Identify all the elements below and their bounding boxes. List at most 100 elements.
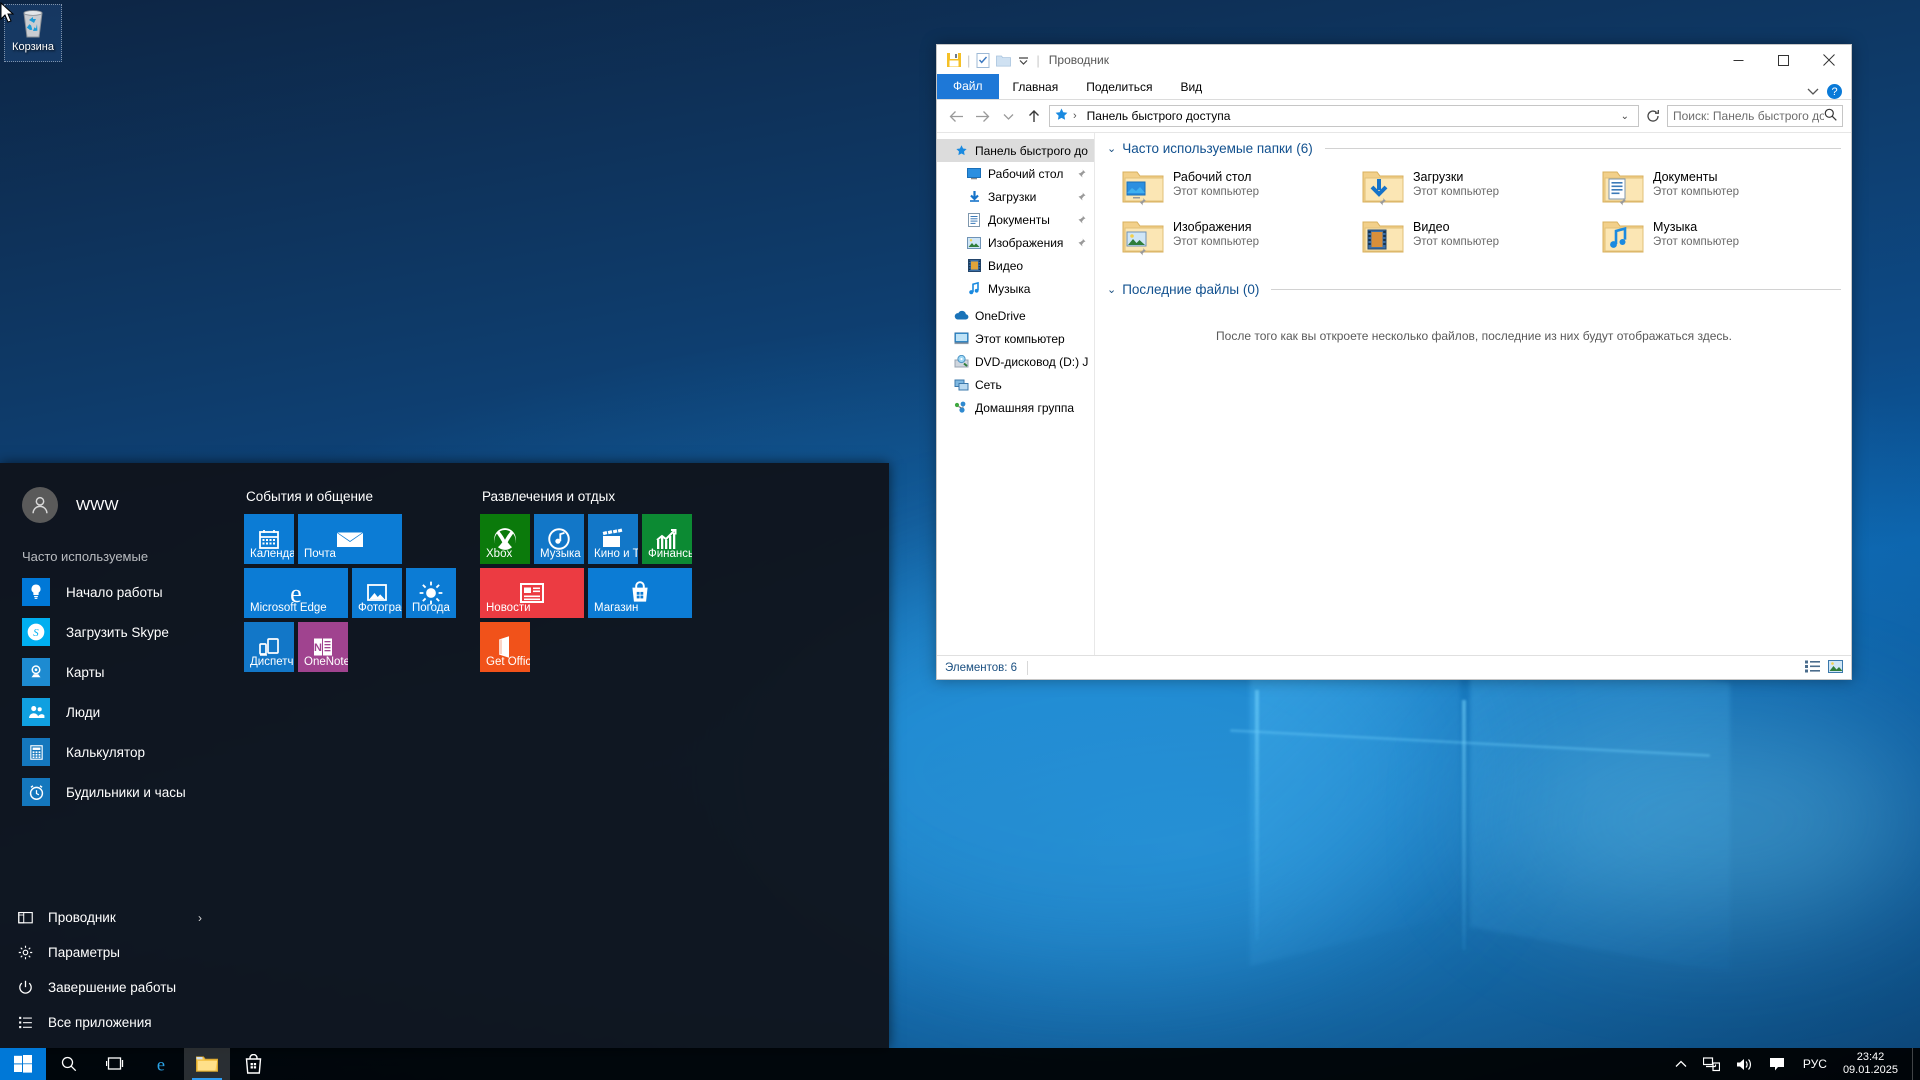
tab-share[interactable]: Поделиться: [1072, 76, 1166, 99]
start-app-alarms-clock[interactable]: Будильники и часы: [0, 772, 238, 812]
nav-item-onedrive[interactable]: OneDrive: [937, 304, 1094, 327]
taskbar-store-button[interactable]: [230, 1048, 276, 1080]
nav-item-quick-access[interactable]: Панель быстрого до: [937, 139, 1094, 162]
breadcrumb[interactable]: Панель быстрого доступа: [1087, 109, 1231, 123]
nav-item-desktop[interactable]: Рабочий стол: [937, 162, 1094, 185]
start-bottom-all-apps[interactable]: Все приложения: [0, 1005, 238, 1040]
tile-xbox[interactable]: Xbox: [480, 514, 530, 564]
pin-icon[interactable]: [1077, 167, 1086, 181]
taskbar-task-view-button[interactable]: [92, 1048, 138, 1080]
start-app-calculator[interactable]: Калькулятор: [0, 732, 238, 772]
nav-item-pictures[interactable]: Изображения: [937, 231, 1094, 254]
tab-home[interactable]: Главная: [999, 76, 1073, 99]
file-explorer-window[interactable]: | | Проводник Файл Главная Поделиться В: [936, 44, 1852, 680]
back-arrow-icon[interactable]: [945, 105, 967, 127]
search-icon[interactable]: [1824, 108, 1837, 124]
tile-calendar[interactable]: Календарь: [244, 514, 294, 564]
folder-item-desktop[interactable]: Рабочий стол Этот компьютер: [1121, 168, 1361, 208]
frequent-folders-header[interactable]: ⌄ Часто используемые папки (6): [1107, 141, 1841, 156]
properties-icon[interactable]: [973, 50, 993, 70]
folder-item-pictures[interactable]: Изображения Этот компьютер: [1121, 218, 1361, 258]
start-bottom-file-explorer[interactable]: Проводник ›: [0, 900, 238, 935]
save-icon[interactable]: [944, 50, 964, 70]
tile-finance[interactable]: Финансы: [642, 514, 692, 564]
tile-get-office[interactable]: Get Office: [480, 622, 530, 672]
details-view-icon[interactable]: [1805, 660, 1820, 676]
window-titlebar[interactable]: | | Проводник: [937, 45, 1851, 75]
taskbar-edge-button[interactable]: e: [138, 1048, 184, 1080]
taskbar[interactable]: e РУС 23:42 09.01.2025: [0, 1048, 1920, 1080]
chevron-down-icon[interactable]: ⌄: [1107, 283, 1116, 296]
tile-microsoft-edge[interactable]: e Microsoft Edge: [244, 568, 348, 618]
avatar[interactable]: [22, 487, 58, 523]
recent-files-header[interactable]: ⌄ Последние файлы (0): [1107, 282, 1841, 297]
tile-music[interactable]: Музыка: [534, 514, 584, 564]
minimize-button[interactable]: [1716, 45, 1761, 75]
recent-locations-icon[interactable]: [997, 105, 1019, 127]
tile-onenote[interactable]: N OneNote: [298, 622, 348, 672]
start-menu[interactable]: WWW Часто используемые Начало работы S З…: [0, 463, 889, 1048]
clock[interactable]: 23:42 09.01.2025: [1837, 1048, 1912, 1080]
folder-name: Рабочий стол: [1173, 170, 1251, 184]
pin-icon[interactable]: [1077, 213, 1086, 227]
tile-photos[interactable]: Фотографии: [352, 568, 402, 618]
start-app-getting-started[interactable]: Начало работы: [0, 572, 238, 612]
folder-name: Документы: [1653, 170, 1717, 184]
recent-files-title: Последние файлы (0): [1122, 282, 1259, 297]
tile-weather[interactable]: Погода: [406, 568, 456, 618]
volume-icon[interactable]: [1728, 1048, 1761, 1080]
nav-item-homegroup[interactable]: Домашняя группа: [937, 396, 1094, 419]
large-icons-view-icon[interactable]: [1828, 660, 1843, 676]
tile-mail[interactable]: Почта: [298, 514, 402, 564]
address-input[interactable]: › Панель быстрого доступа ⌄: [1049, 105, 1639, 127]
pin-icon[interactable]: [1077, 236, 1086, 250]
show-hidden-icons-button[interactable]: [1667, 1048, 1695, 1080]
folder-item-music[interactable]: Музыка Этот компьютер: [1601, 218, 1841, 258]
network-tray-icon[interactable]: [1695, 1048, 1728, 1080]
new-folder-icon[interactable]: [993, 50, 1013, 70]
maximize-button[interactable]: [1761, 45, 1806, 75]
folder-item-documents[interactable]: Документы Этот компьютер: [1601, 168, 1841, 208]
nav-item-dvd-drive[interactable]: DVD-дисковод (D:) J: [937, 350, 1094, 373]
tile-store[interactable]: Магазин: [588, 568, 692, 618]
nav-item-downloads[interactable]: Загрузки: [937, 185, 1094, 208]
tile-movies-tv[interactable]: Кино и ТВ: [588, 514, 638, 564]
search-input[interactable]: Поиск: Панель быстрого до...: [1667, 105, 1843, 127]
pin-icon[interactable]: [1077, 190, 1086, 204]
help-icon[interactable]: ?: [1827, 84, 1842, 99]
action-center-icon[interactable]: [1761, 1048, 1793, 1080]
start-app-skype[interactable]: S Загрузить Skype: [0, 612, 238, 652]
chevron-down-icon[interactable]: ⌄: [1107, 142, 1116, 155]
start-button[interactable]: [0, 1048, 46, 1080]
start-app-people[interactable]: Люди: [0, 692, 238, 732]
address-dropdown-icon[interactable]: ⌄: [1616, 111, 1634, 122]
show-desktop-button[interactable]: [1912, 1048, 1920, 1080]
nav-item-documents[interactable]: Документы: [937, 208, 1094, 231]
all-apps-list-icon: [14, 1014, 36, 1031]
start-app-maps[interactable]: Карты: [0, 652, 238, 692]
header-rule: [1325, 148, 1841, 149]
taskbar-search-button[interactable]: [46, 1048, 92, 1080]
refresh-icon[interactable]: [1643, 109, 1663, 123]
taskbar-file-explorer-button[interactable]: [184, 1048, 230, 1080]
user-account-row[interactable]: WWW: [0, 481, 238, 529]
forward-arrow-icon[interactable]: [971, 105, 993, 127]
nav-item-network[interactable]: Сеть: [937, 373, 1094, 396]
language-indicator[interactable]: РУС: [1793, 1048, 1837, 1080]
chevron-down-icon[interactable]: [1807, 85, 1819, 99]
tile-news[interactable]: Новости: [480, 568, 584, 618]
nav-item-music[interactable]: Музыка: [937, 277, 1094, 300]
start-bottom-settings[interactable]: Параметры: [0, 935, 238, 970]
tab-view[interactable]: Вид: [1166, 76, 1216, 99]
tab-file[interactable]: Файл: [937, 74, 999, 99]
folder-item-videos[interactable]: Видео Этот компьютер: [1361, 218, 1601, 258]
tile-device-manager[interactable]: Диспетчер те...: [244, 622, 294, 672]
nav-item-videos[interactable]: Видео: [937, 254, 1094, 277]
start-bottom-shutdown[interactable]: Завершение работы: [0, 970, 238, 1005]
up-arrow-icon[interactable]: [1023, 105, 1045, 127]
customize-chevron-icon[interactable]: [1013, 50, 1033, 70]
nav-item-this-pc[interactable]: Этот компьютер: [937, 327, 1094, 350]
content-pane[interactable]: ⌄ Часто используемые папки (6): [1095, 133, 1851, 655]
folder-item-downloads[interactable]: Загрузки Этот компьютер: [1361, 168, 1601, 208]
close-button[interactable]: [1806, 45, 1851, 75]
